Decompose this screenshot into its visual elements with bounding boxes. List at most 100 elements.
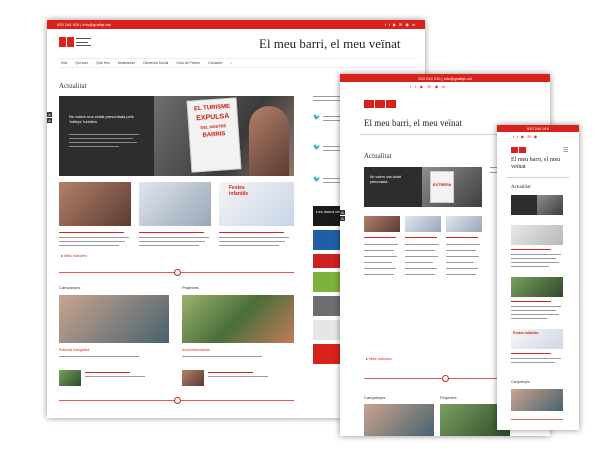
news-thumb-label: Festes infantils [229,185,249,197]
social-icons: f t ▶ ✉ ◉ [513,134,537,139]
hero-news[interactable]: EXTREPA No volem una ciutat presoniada..… [364,167,482,207]
sign-line-2: EXPULSA [196,112,230,123]
linkedin-icon[interactable]: in [412,22,415,27]
news-thumb[interactable] [405,216,441,232]
project-photo[interactable] [182,295,294,343]
menu-icon[interactable]: ☰ [563,147,568,154]
mail-icon[interactable]: ✉ [427,84,430,89]
site-tagline: El meu barri, el meu veïnat [259,36,401,51]
hero-protest-sign: EXTREPA [430,171,454,203]
hero-protest-sign: EL TURISME EXPULSA DEL NOSTRE BARRIS [186,97,242,173]
rss-icon[interactable]: ◉ [435,84,439,89]
campaigns-title: Campanyes [364,395,386,400]
section-title: Actualitat [511,185,531,190]
twitter-icon[interactable]: t [415,84,416,89]
rss-icon[interactable]: ◉ [534,134,538,139]
section-divider [511,419,563,420]
divider-dot [442,375,449,382]
news-thumb[interactable] [364,216,400,232]
hero-news[interactable]: EL TURISME EXPULSA DEL NOSTRE BARRIS No … [59,96,294,176]
mail-icon[interactable]: ✉ [527,134,530,139]
twitter-icon[interactable]: t [389,22,390,27]
facebook-icon[interactable]: f [513,134,514,139]
hero-caption: No volem una ciutat presoniada pels 'lob… [69,114,134,124]
contact-info: 933 244 910 | info@grafiqt.cat [57,22,111,27]
nav-item-contacte[interactable]: Contacte [208,61,222,65]
nav-item-que-fem[interactable]: Què fem [96,61,109,65]
social-icons: f t ▶ ✉ ◉ in [385,22,415,27]
accessibility-button[interactable]: A [340,216,345,221]
nav-item-guia-de-feines[interactable]: Guia de Feines [176,61,200,65]
campaign-photo[interactable] [59,295,169,343]
hero-news[interactable] [511,195,563,215]
mail-icon[interactable]: ✉ [399,22,402,27]
sign-line-4: BARRIS [202,131,226,139]
news-thumb[interactable] [511,277,563,297]
main-nav: Inici Qui som Què fem Mostrarium Dimensi… [59,58,416,68]
twitter-icon[interactable]: 🐦 [313,114,320,121]
divider-dot [174,397,181,404]
contact-info: 933 244 910 | info@grafiqt.cat [418,75,472,81]
projects-title: Projectes [440,395,457,400]
hero-person [249,106,289,176]
news-thumb[interactable]: Festes infantils [511,329,563,349]
hero-photo [537,195,563,215]
campaigns-title: Campanyes [59,285,81,290]
campaign-photo[interactable] [511,389,563,411]
youtube-icon[interactable]: ▶ [521,134,524,139]
campaigns-title: Campanyes [511,380,530,384]
more-news-label: Més notícies [64,253,87,258]
projects-title: Projectes [182,285,199,290]
accessibility-button[interactable]: A [47,112,52,117]
site-tagline: El meu barri, el meu veïnat [364,118,462,128]
project-thumb[interactable] [182,370,204,386]
nav-item-qui-som[interactable]: Qui som [75,61,88,65]
more-news-link[interactable]: ▸ Més notícies [366,356,392,361]
sign-line-1: EL TURISME [193,103,231,113]
phone-screen: 933 244 910 f t ▶ ✉ ◉ ☰ El meu barri, el… [497,125,579,430]
contact-info: 933 244 910 [526,126,550,131]
sign-line-1: EXTREPA [432,182,452,187]
more-news-label: Més notícies [369,356,392,361]
facebook-icon[interactable]: f [385,22,386,27]
site-logo[interactable]: ▬▬▬▬▬ ▬▬▬▬ ▬▬▬▬▬ [59,36,91,48]
news-thumb[interactable] [139,182,211,226]
site-tagline: El meu barri, el meu veïnat [511,157,561,170]
site-logo[interactable] [511,147,526,153]
news-thumb-label: Festes infantils [513,331,539,335]
search-icon[interactable]: ⌕ [230,61,232,65]
accessibility-button[interactable]: A [340,210,345,215]
twitter-icon[interactable]: 🐦 [313,176,320,183]
hero-caption: No volem una ciutat presoniada... [370,175,401,184]
divider-dot [174,269,181,276]
news-thumb[interactable] [511,225,563,245]
twitter-icon[interactable]: t [517,134,518,139]
news-thumb[interactable] [446,216,482,232]
news-thumb[interactable] [59,182,131,226]
top-bar: 933 244 910 [497,125,579,132]
site-logo[interactable] [364,100,396,108]
youtube-icon[interactable]: ▶ [393,22,396,27]
rss-icon[interactable]: ◉ [405,22,409,27]
nav-item-mostrarium[interactable]: Mostrarium [118,61,136,65]
nav-item-inici[interactable]: Inici [61,61,67,65]
social-icons: f t ▶ ✉ ◉ in [410,84,445,89]
section-title: Actualitat [364,152,392,160]
accessibility-button[interactable]: A [47,118,52,123]
project-title[interactable]: Acció intercultural [182,348,210,352]
logo-wordmark: ▬▬▬▬▬ ▬▬▬▬ ▬▬▬▬▬ [76,36,91,47]
campaign-photo[interactable] [364,404,434,436]
facebook-icon[interactable]: f [410,84,411,89]
campaign-title[interactable]: Pobresa energètica [59,348,89,352]
logo-icon [59,37,74,48]
nav-item-dimensio-social[interactable]: Dimensió Social [143,61,168,65]
top-bar: 933 244 910 | info@grafiqt.cat [340,74,550,82]
campaign-thumb[interactable] [59,370,81,386]
section-title: Actualitat [59,82,87,90]
linkedin-icon[interactable]: in [442,84,445,89]
twitter-icon[interactable]: 🐦 [313,144,320,151]
more-news-link[interactable]: ▸ Més notícies [61,253,87,258]
top-bar: 933 244 910 | info@grafiqt.cat f t ▶ ✉ ◉… [47,20,425,29]
sign-line-3: DEL NOSTRE [200,123,227,130]
youtube-icon[interactable]: ▶ [420,84,423,89]
